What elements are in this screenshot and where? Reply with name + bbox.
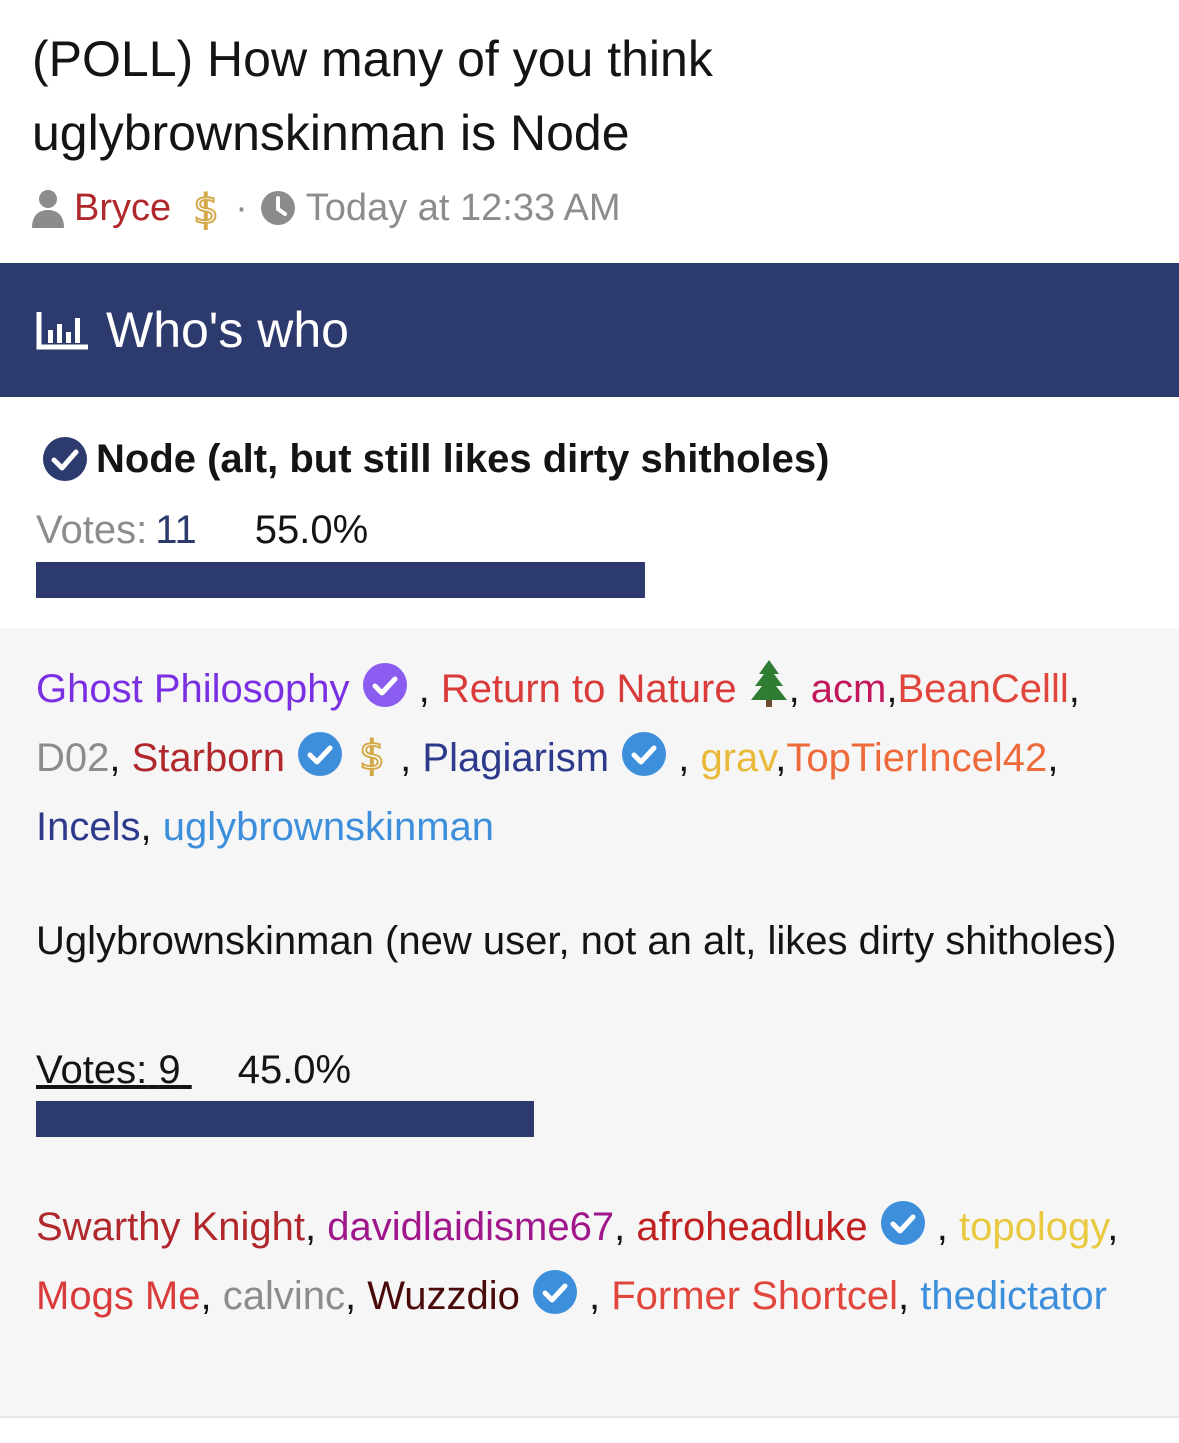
bar-chart-icon [36, 310, 90, 350]
poll-title: Who's who [106, 302, 349, 358]
voter-name: Plagiarism [422, 736, 610, 780]
voter-name: BeanCelll [897, 667, 1069, 711]
voter-link[interactable]: topology [959, 1205, 1107, 1249]
voter-separator: , [1047, 736, 1059, 780]
voter-name: Incels [36, 805, 141, 849]
voter-name: Mogs Me [36, 1274, 201, 1318]
author-link[interactable]: Bryce [74, 187, 171, 230]
voter-list-1: Ghost Philosophy , Return to Nature, acm… [36, 658, 1146, 859]
voter-separator: , [109, 736, 132, 780]
voter-separator: , [925, 1205, 959, 1249]
voter-name: uglybrownskinman [162, 805, 495, 849]
votes-percent: 55.0% [254, 508, 369, 552]
voter-name: Swarthy Knight [36, 1205, 306, 1249]
vote-bar [36, 562, 1143, 598]
votes-row: Votes: 11 55.0% [36, 508, 368, 553]
voter-link[interactable]: uglybrownskinman [163, 805, 494, 849]
voter-name: Wuzzdio [367, 1274, 520, 1318]
votes-label: Votes: [36, 508, 148, 552]
voter-link[interactable]: Incels [36, 805, 141, 849]
voter-name: Return to Nature [440, 667, 737, 711]
svg-text:$: $ [359, 733, 384, 777]
verified-purple-icon [362, 662, 408, 727]
verified-blue-icon [532, 1269, 578, 1334]
voter-separator: , [577, 1274, 612, 1318]
vote-bar-fill [36, 562, 645, 598]
voter-separator: , [788, 667, 811, 711]
voter-separator: , [200, 1274, 223, 1318]
option-text: Node (alt, but still likes dirty shithol… [96, 436, 830, 481]
meta-separator: · [235, 186, 248, 229]
verified-blue-icon [297, 731, 343, 796]
voter-name: davidlaidisme67 [327, 1205, 615, 1249]
dollar-icon: $ [355, 731, 389, 796]
poll-option-2-label[interactable]: Uglybrownskinman (new user, not an alt, … [36, 910, 1136, 972]
votes-count[interactable]: 11 [155, 508, 197, 553]
voter-link[interactable]: grav [700, 736, 775, 780]
voter-name: TopTierIncel42 [786, 736, 1048, 780]
divider [0, 1416, 1179, 1418]
voter-name: Former Shortcel [611, 1274, 898, 1318]
voter-name: grav [700, 736, 776, 780]
voter-link[interactable]: acm [811, 667, 887, 711]
verified-blue-icon [880, 1200, 926, 1265]
voter-name: thedictator [920, 1274, 1107, 1318]
voter-separator: , [1107, 1205, 1119, 1249]
voter-name: D02 [36, 736, 110, 780]
poll-option-1: Node (alt, but still likes dirty shithol… [0, 398, 1179, 628]
voters-panel: Ghost Philosophy , Return to Nature, acm… [0, 628, 1179, 1418]
voter-separator: , [140, 805, 163, 849]
voter-name: afroheadluke [636, 1205, 868, 1249]
clock-icon [260, 190, 296, 226]
voter-separator: , [1068, 667, 1080, 711]
poll-option-label[interactable]: Node (alt, but still likes dirty shithol… [42, 436, 829, 482]
voter-link[interactable]: davidlaidisme67 [327, 1205, 614, 1249]
voter-link[interactable]: Starborn $ [131, 732, 389, 780]
voter-link[interactable]: TopTierIncel42 [786, 736, 1047, 780]
votes-percent-2: 45.0% [237, 1048, 352, 1092]
voter-separator: , [886, 667, 898, 711]
poll-header: Who's who [0, 263, 1179, 397]
voter-link[interactable]: Mogs Me [36, 1274, 201, 1318]
voter-name: Starborn [131, 736, 286, 780]
voter-separator: , [667, 736, 701, 780]
voter-separator: , [614, 1205, 637, 1249]
voter-name: calvinc [222, 1274, 345, 1318]
voter-link[interactable]: Return to Nature [440, 660, 789, 711]
voter-link[interactable]: BeanCelll [898, 667, 1069, 711]
voter-separator: , [345, 1274, 368, 1318]
post-timestamp[interactable]: Today at 12:33 AM [306, 187, 621, 230]
voter-separator: , [305, 1205, 328, 1249]
tree-icon [749, 658, 789, 727]
voter-link[interactable]: Ghost Philosophy [36, 663, 408, 711]
svg-text:$: $ [193, 187, 218, 231]
voter-link[interactable]: calvinc [223, 1274, 345, 1318]
verified-blue-icon [621, 731, 667, 796]
voter-name: topology [958, 1205, 1108, 1249]
vote-bar-2 [36, 1101, 1143, 1137]
voter-separator: , [407, 667, 441, 711]
thread-title: (POLL) How many of you think uglybrownsk… [32, 31, 713, 161]
vote-bar-fill-2 [36, 1101, 535, 1137]
user-icon [30, 188, 66, 228]
voter-link[interactable]: Former Shortcel [611, 1274, 898, 1318]
voter-link[interactable]: thedictator [920, 1274, 1107, 1318]
votes-link[interactable]: Votes: 9 [36, 1048, 192, 1093]
voter-link[interactable]: afroheadluke [636, 1201, 925, 1249]
voter-separator: , [897, 1274, 921, 1318]
votes-row-2: Votes: 9 45.0% [36, 1048, 351, 1093]
thread-meta: Bryce $ · Today at 12:33 AM [30, 183, 621, 233]
check-circle-icon [42, 436, 88, 482]
voter-list-2: Swarthy Knight, davidlaidisme67, afrohea… [36, 1196, 1146, 1334]
voter-link[interactable]: Swarthy Knight [36, 1205, 305, 1249]
voter-link[interactable]: D02 [36, 736, 109, 780]
dollar-icon: $ [189, 185, 223, 231]
voter-name: Ghost Philosophy [36, 667, 350, 711]
voter-link[interactable]: Wuzzdio [367, 1270, 578, 1318]
voter-separator: , [389, 736, 423, 780]
voter-link[interactable]: Plagiarism [422, 732, 667, 780]
voter-separator: , [775, 736, 787, 780]
voter-name: acm [810, 667, 887, 711]
